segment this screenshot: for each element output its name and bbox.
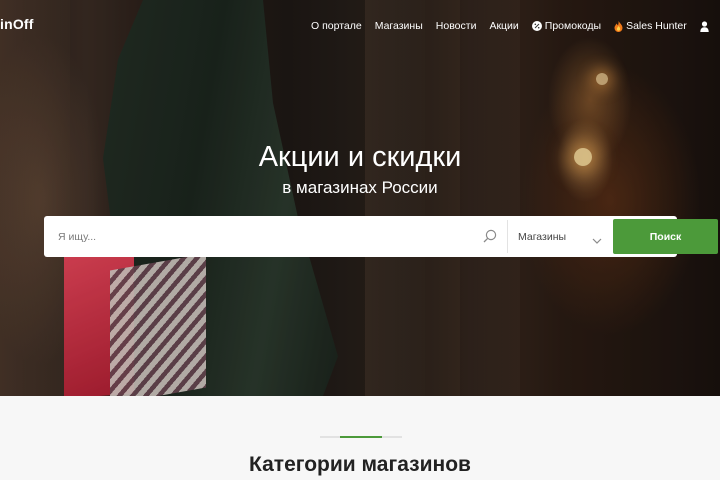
nav-item-label: Магазины bbox=[374, 20, 423, 32]
select-value: Магазины bbox=[518, 231, 567, 243]
user-icon bbox=[700, 20, 709, 32]
nav-item-label: Sales Hunter bbox=[626, 20, 687, 32]
nav-item-label: Акции bbox=[489, 20, 519, 32]
search-bar: Магазины Поиск bbox=[44, 216, 718, 257]
nav-menu: О портале Магазины Новости Акции Промоко… bbox=[311, 20, 720, 32]
nav-item-sales-hunter[interactable]: Sales Hunter bbox=[614, 20, 687, 32]
search-button[interactable]: Поиск bbox=[613, 219, 718, 254]
hero-overlay bbox=[0, 0, 720, 396]
nav-item-label: Промокоды bbox=[544, 20, 602, 32]
percent-badge-icon bbox=[531, 21, 542, 31]
section-accent-line bbox=[320, 436, 402, 438]
section-accent-highlight bbox=[340, 436, 382, 438]
categories-title: Категории магазинов bbox=[249, 453, 471, 476]
top-navigation: inOff О портале Магазины Новости Акции П… bbox=[0, 0, 720, 52]
search-category-select[interactable]: Магазины bbox=[508, 216, 612, 257]
nav-item-news[interactable]: Новости bbox=[436, 20, 477, 32]
nav-item-label: О портале bbox=[311, 20, 362, 32]
hero-title: Акции и скидки bbox=[258, 141, 462, 173]
search-input[interactable] bbox=[44, 216, 464, 257]
nav-item-promocodes[interactable]: Промокоды bbox=[531, 20, 602, 32]
hero-section: inOff О портале Магазины Новости Акции П… bbox=[0, 0, 720, 396]
categories-section: Категории магазинов bbox=[0, 396, 720, 480]
site-logo[interactable]: inOff bbox=[0, 16, 34, 32]
search-icon[interactable] bbox=[483, 229, 497, 248]
nav-item-account[interactable] bbox=[700, 20, 709, 32]
hero-subtitle: в магазинах России bbox=[282, 178, 438, 197]
nav-item-stores[interactable]: Магазины bbox=[375, 20, 423, 32]
nav-item-label: Новости bbox=[435, 20, 477, 32]
nav-item-about[interactable]: О портале bbox=[311, 20, 362, 32]
chevron-down-icon bbox=[592, 232, 602, 250]
fire-icon bbox=[614, 20, 623, 32]
nav-item-deals[interactable]: Акции bbox=[489, 20, 518, 32]
